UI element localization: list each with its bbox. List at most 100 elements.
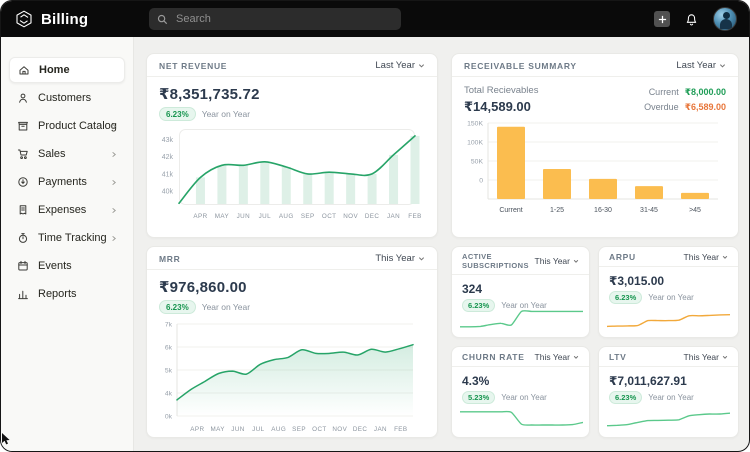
mrr-value: ₹976,860.00 <box>159 278 425 296</box>
current-label: Current <box>649 87 679 97</box>
chevron-down-icon <box>722 254 728 260</box>
app-title: Billing <box>41 11 88 28</box>
billing-logo-icon <box>15 10 33 28</box>
svg-text:JUN: JUN <box>231 426 244 433</box>
sidebar-item-reports[interactable]: Reports <box>9 281 125 307</box>
sidebar-item-label: Sales <box>38 148 66 160</box>
sidebar-item-payments[interactable]: Payments <box>9 169 125 195</box>
arpu-value: ₹3,015.00 <box>609 274 728 288</box>
product-catalog-icon <box>17 120 29 132</box>
svg-text:16-30: 16-30 <box>594 207 612 214</box>
sidebar-item-customers[interactable]: Customers <box>9 85 125 111</box>
mrr-growth-badge: 6.23% <box>159 300 196 314</box>
receivable-period-dropdown[interactable]: Last Year <box>676 60 726 71</box>
arpu-growth-badge: 6.23% <box>609 291 642 304</box>
svg-text:APR: APR <box>190 426 204 433</box>
svg-text:MAY: MAY <box>210 426 225 433</box>
ltv-title: LTV <box>609 352 627 362</box>
active-subscriptions-sparkline <box>460 304 581 332</box>
svg-text:NOV: NOV <box>332 426 347 433</box>
sidebar-item-sales[interactable]: Sales <box>9 141 125 167</box>
svg-text:0: 0 <box>479 178 483 185</box>
active-subscriptions-value: 324 <box>462 282 579 296</box>
svg-text:APR: APR <box>193 213 207 220</box>
svg-text:150K: 150K <box>467 121 483 128</box>
user-avatar[interactable] <box>713 7 737 31</box>
reports-icon <box>17 288 29 300</box>
net-revenue-chart: 43k42k41k40kAPRMAYJUNJULAUGSEPOCTNOVDECJ… <box>147 125 437 232</box>
arpu-yoy-label: Year on Year <box>648 293 694 302</box>
overdue-value: ₹6,589.00 <box>685 102 726 112</box>
customers-icon <box>17 92 29 104</box>
search-input[interactable] <box>174 12 393 26</box>
svg-text:DEC: DEC <box>365 213 380 220</box>
notifications-bell-icon[interactable] <box>684 12 699 27</box>
net-revenue-card: NET REVENUE Last Year ₹8,351,735.72 6.23… <box>146 53 438 238</box>
payments-icon <box>17 176 29 188</box>
mrr-card: MRR This Year ₹976,860.00 6.23% Year on … <box>146 246 438 438</box>
churn-rate-period-dropdown[interactable]: This Year <box>535 352 579 362</box>
sidebar-item-product-catalog[interactable]: Product Catalog <box>9 113 125 139</box>
total-receivables-value: ₹14,589.00 <box>464 99 538 115</box>
sidebar-item-home[interactable]: Home <box>9 57 125 83</box>
churn-rate-value: 4.3% <box>462 374 579 388</box>
sidebar-item-expenses[interactable]: Expenses <box>9 197 125 223</box>
net-revenue-period-dropdown[interactable]: Last Year <box>375 60 425 71</box>
sidebar-item-label: Home <box>39 64 70 76</box>
svg-text:0k: 0k <box>165 414 173 421</box>
svg-text:JUL: JUL <box>259 213 271 220</box>
expenses-icon <box>17 204 29 216</box>
app-logo[interactable]: Billing <box>1 10 88 28</box>
churn-rate-card: CHURN RATE This Year 4.3% 5.23% Year on … <box>451 346 590 438</box>
mrr-period-dropdown[interactable]: This Year <box>375 253 425 264</box>
svg-text:41k: 41k <box>162 171 174 178</box>
arpu-period-dropdown[interactable]: This Year <box>684 252 728 262</box>
time-tracking-icon <box>17 232 29 244</box>
svg-text:42k: 42k <box>162 154 174 161</box>
svg-text:4k: 4k <box>165 391 173 398</box>
sidebar-item-time-tracking[interactable]: Time Tracking <box>9 225 125 251</box>
active-subscriptions-title: ACTIVE SUBSCRIPTIONS <box>462 252 535 270</box>
sidebar-item-events[interactable]: Events <box>9 253 125 279</box>
churn-rate-growth-badge: 5.23% <box>462 391 495 404</box>
sidebar-item-label: Customers <box>38 92 91 104</box>
svg-text:MAY: MAY <box>215 213 230 220</box>
churn-rate-sparkline <box>460 404 581 432</box>
svg-text:SEP: SEP <box>292 426 306 433</box>
chevron-right-icon <box>110 151 117 158</box>
total-receivables-label: Total Recievables <box>464 85 538 96</box>
svg-text:Current: Current <box>499 207 522 214</box>
mrr-title: MRR <box>159 254 180 264</box>
svg-text:100K: 100K <box>467 140 483 147</box>
mrr-yoy-label: Year on Year <box>202 302 250 312</box>
svg-text:NOV: NOV <box>343 213 358 220</box>
svg-text:FEB: FEB <box>394 426 407 433</box>
net-revenue-title: NET REVENUE <box>159 61 227 71</box>
search-bar[interactable] <box>149 8 401 30</box>
svg-text:AUG: AUG <box>271 426 286 433</box>
active-subscriptions-period-dropdown[interactable]: This Year <box>535 256 579 266</box>
chevron-down-icon <box>719 62 726 69</box>
svg-text:7k: 7k <box>165 322 173 329</box>
chevron-down-icon <box>418 255 425 262</box>
svg-text:JUN: JUN <box>237 213 250 220</box>
chevron-down-icon <box>722 354 728 360</box>
arpu-sparkline <box>607 304 730 332</box>
sidebar: Home Customers Product Catalog Sales Payment… <box>1 37 134 451</box>
arpu-card: ARPU This Year ₹3,015.00 6.23% Year on Y… <box>598 246 739 338</box>
app-window: Billing Home Customers Product Catalog Sale… <box>0 0 750 452</box>
svg-text:AUG: AUG <box>279 213 294 220</box>
quick-add-button[interactable] <box>654 11 670 27</box>
chevron-right-icon <box>110 179 117 186</box>
svg-text:JAN: JAN <box>374 426 387 433</box>
svg-text:JUL: JUL <box>252 426 264 433</box>
svg-text:FEB: FEB <box>408 213 421 220</box>
sidebar-item-label: Reports <box>38 288 77 300</box>
svg-text:50K: 50K <box>471 159 484 166</box>
svg-text:DEC: DEC <box>353 426 368 433</box>
svg-text:OCT: OCT <box>322 213 337 220</box>
search-icon <box>157 14 168 25</box>
svg-text:>45: >45 <box>689 207 701 214</box>
ltv-period-dropdown[interactable]: This Year <box>684 352 728 362</box>
sidebar-item-label: Expenses <box>38 204 86 216</box>
